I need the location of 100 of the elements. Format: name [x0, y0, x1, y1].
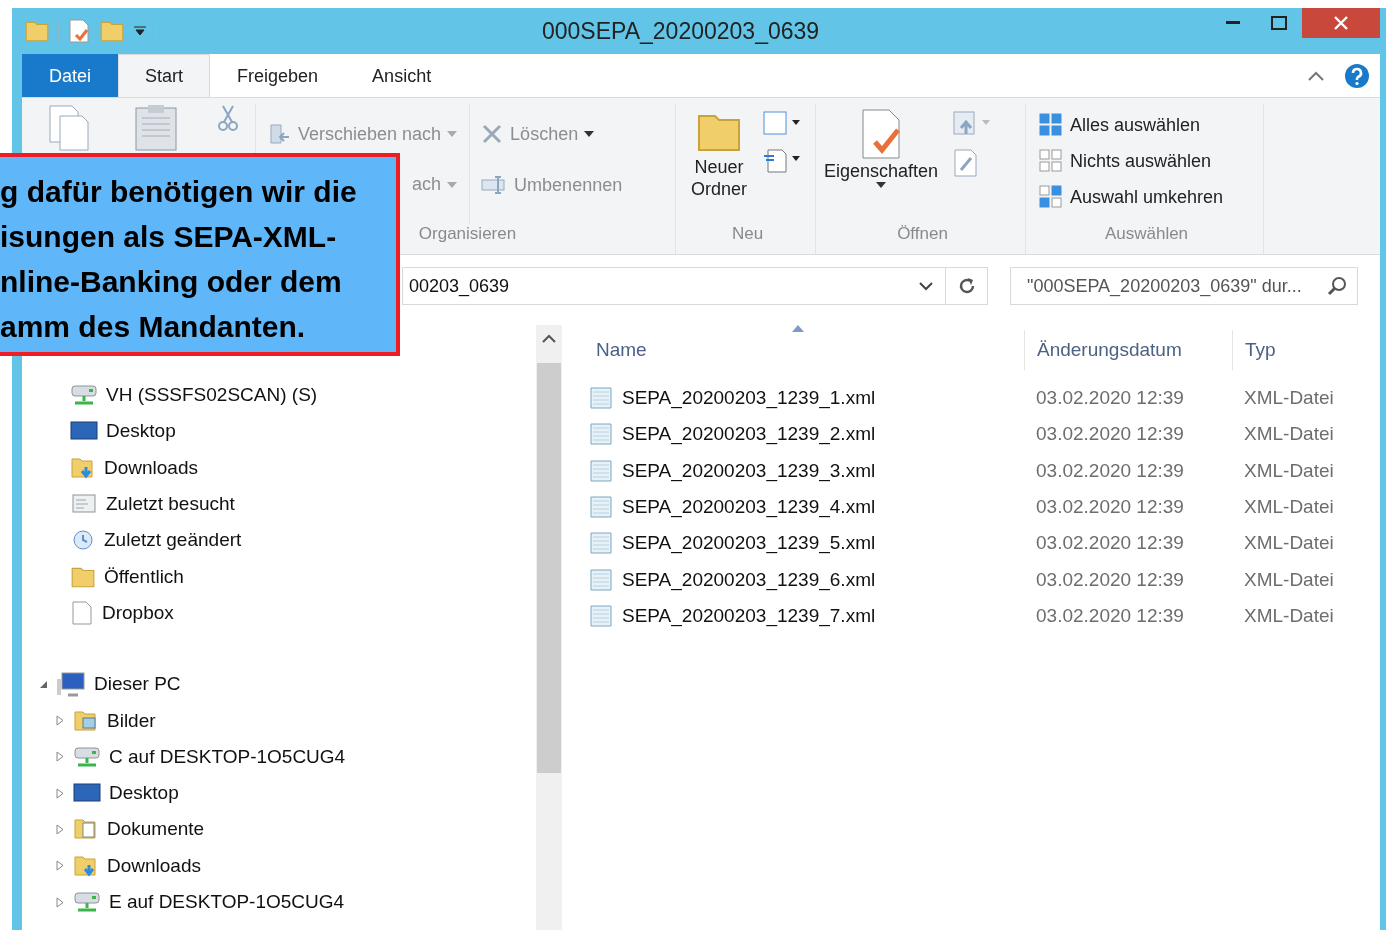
nav-item[interactable]: Zuletzt besucht: [22, 485, 536, 523]
network-drive-icon: [70, 383, 98, 408]
nav-item[interactable]: Downloads: [22, 847, 536, 884]
nav-item[interactable]: Bilder: [22, 702, 536, 739]
file-row[interactable]: SEPA_20200203_1239_4.xml 03.02.2020 12:39 XML-Datei: [584, 488, 1380, 526]
caret-icon: [876, 182, 887, 188]
network-drive-icon: [73, 890, 101, 914]
column-header[interactable]: Änderungsdatum: [1024, 330, 1232, 370]
nav-item[interactable]: Downloads: [22, 449, 536, 486]
paste-icon: [134, 104, 178, 152]
file-row[interactable]: SEPA_20200203_1239_5.xml 03.02.2020 12:39 XML-Datei: [584, 525, 1380, 562]
type-cell-text: XML-Datei: [1243, 459, 1335, 482]
nav-item-label: E auf DESKTOP-1O5CUG4: [109, 891, 345, 913]
nav-item[interactable]: Öffentlich: [22, 558, 536, 595]
nav-item-label: Desktop: [106, 420, 176, 443]
nav-item-label: Zuletzt besucht: [106, 493, 235, 516]
xml-file-icon: [588, 530, 614, 557]
file-row[interactable]: SEPA_20200203_1239_6.xml 03.02.2020 12:39 XML-Datei: [584, 561, 1380, 598]
open-icon: [952, 110, 993, 138]
move-to-icon: [268, 122, 292, 146]
file-row[interactable]: SEPA_20200203_1239_1.xml 03.02.2020 12:39 XML-Datei: [584, 380, 1380, 417]
nav-item-label: Downloads: [104, 456, 198, 479]
nav-item-label: VH (SSSFS02SCAN) (S): [106, 384, 318, 407]
customize-toolbar-icon: [133, 25, 147, 37]
new-folder-button[interactable]: Neuer Ordner: [680, 104, 758, 224]
type-cell-text: XML-Datei: [1243, 423, 1335, 446]
selection-button[interactable]: Nichts auswählen: [1036, 146, 1226, 176]
type-cell-text: XML-Datei: [1243, 568, 1335, 591]
select-all-icon: [1038, 112, 1064, 138]
nav-item[interactable]: VH (SSSFS02SCAN) (S): [22, 377, 536, 414]
nav-item[interactable]: E auf DESKTOP-1O5CUG4: [22, 883, 536, 921]
file-name: SEPA_20200203_1239_5.xml: [622, 532, 876, 555]
close-icon: [1334, 16, 1348, 30]
date-cell-text: 03.02.2020 12:39: [1035, 604, 1185, 627]
scrollbar[interactable]: [536, 325, 562, 930]
date-cell-text: 03.02.2020 12:39: [1035, 459, 1185, 482]
file-row[interactable]: SEPA_20200203_1239_7.xml 03.02.2020 12:39 XML-Datei: [584, 597, 1380, 635]
help-icon: [1344, 63, 1370, 89]
nav-item[interactable]: Dokumente: [22, 811, 536, 848]
ribbon-tab[interactable]: Start: [118, 54, 211, 97]
column-header[interactable]: Name: [584, 330, 1024, 370]
nav-item-label: Zuletzt geändert: [104, 529, 242, 552]
nav-item-label: Dokumente: [107, 818, 205, 841]
selection-button[interactable]: Alles auswählen: [1036, 110, 1226, 140]
type-cell-text: XML-Datei: [1243, 604, 1335, 627]
xml-file-icon: [588, 602, 614, 629]
date-cell-text: 03.02.2020 12:39: [1035, 387, 1185, 410]
nav-item-label: Bilder: [107, 709, 156, 732]
type-cell-text: XML-Datei: [1243, 532, 1335, 555]
file-name: SEPA_20200203_1239_3.xml: [622, 459, 876, 482]
nav-item-label: Dieser PC: [94, 673, 181, 696]
address-bar[interactable]: 00203_0639: [402, 267, 988, 305]
group-label: Auswählen: [1103, 224, 1190, 245]
nav-item[interactable]: Desktop: [22, 774, 536, 812]
file-name: SEPA_20200203_1239_4.xml: [622, 496, 876, 519]
scrollbar-thumb[interactable]: [537, 363, 561, 773]
network-drive-icon: [73, 744, 101, 769]
callout-text: isungen als SEPA-XML-: [0, 219, 338, 255]
new-item-icon: [762, 110, 802, 138]
column-header[interactable]: Typ: [1232, 330, 1372, 370]
nav-item[interactable]: Zuletzt geändert: [22, 522, 536, 559]
window-title: 000SEPA_20200203_0639: [542, 17, 821, 45]
xml-file-icon: [588, 385, 614, 412]
computer-icon: [56, 671, 86, 698]
file-row[interactable]: SEPA_20200203_1239_3.xml 03.02.2020 12:39 XML-Datei: [584, 452, 1380, 489]
callout-text: amm des Mandanten.: [0, 309, 307, 345]
file-name: SEPA_20200203_1239_2.xml: [622, 423, 876, 446]
blank-page-icon: [70, 599, 94, 626]
callout-text: g dafür benötigen wir die: [0, 174, 358, 210]
group-label: Neu: [730, 224, 765, 245]
nav-item-label: Desktop: [109, 782, 179, 805]
nav-item[interactable]: Dieser PC: [22, 666, 536, 703]
date-cell-text: 03.02.2020 12:39: [1035, 496, 1185, 519]
nav-item[interactable]: Desktop: [22, 413, 536, 450]
minimize-icon: [1226, 21, 1240, 25]
nav-item-label: Downloads: [107, 854, 201, 877]
nav-item[interactable]: C auf DESKTOP-1O5CUG4: [22, 738, 536, 775]
invert-selection-icon: [1038, 184, 1064, 210]
file-name: SEPA_20200203_1239_7.xml: [622, 604, 876, 627]
type-cell-text: XML-Datei: [1243, 387, 1335, 410]
file-menu-tab[interactable]: Datei: [22, 54, 119, 97]
close-button[interactable]: [1302, 8, 1380, 38]
search-field[interactable]: "000SEPA_20200203_0639" dur...: [1010, 267, 1358, 305]
nav-item[interactable]: Dropbox: [22, 594, 536, 632]
date-cell-text: 03.02.2020 12:39: [1035, 568, 1185, 591]
date-cell-text: 03.02.2020 12:39: [1035, 532, 1185, 555]
dropdown-chevron-icon: [919, 281, 933, 291]
maximize-icon: [1271, 16, 1287, 30]
group-label: Öffnen: [896, 224, 949, 245]
file-row[interactable]: SEPA_20200203_1239_2.xml 03.02.2020 12:39 XML-Datei: [584, 416, 1380, 453]
select-none-icon: [1038, 148, 1064, 174]
scroll-up-icon[interactable]: [542, 334, 556, 344]
properties-button[interactable]: Eigenschaften: [820, 104, 943, 224]
scissors-icon: [218, 104, 238, 132]
nav-item-label: Dropbox: [102, 601, 174, 624]
xml-file-icon: [588, 457, 614, 484]
nav-item-label: Öffentlich: [104, 565, 184, 588]
selection-button[interactable]: Auswahl umkehren: [1036, 182, 1226, 212]
callout-text: nline-Banking oder dem: [0, 264, 343, 300]
xml-file-icon: [588, 421, 614, 448]
